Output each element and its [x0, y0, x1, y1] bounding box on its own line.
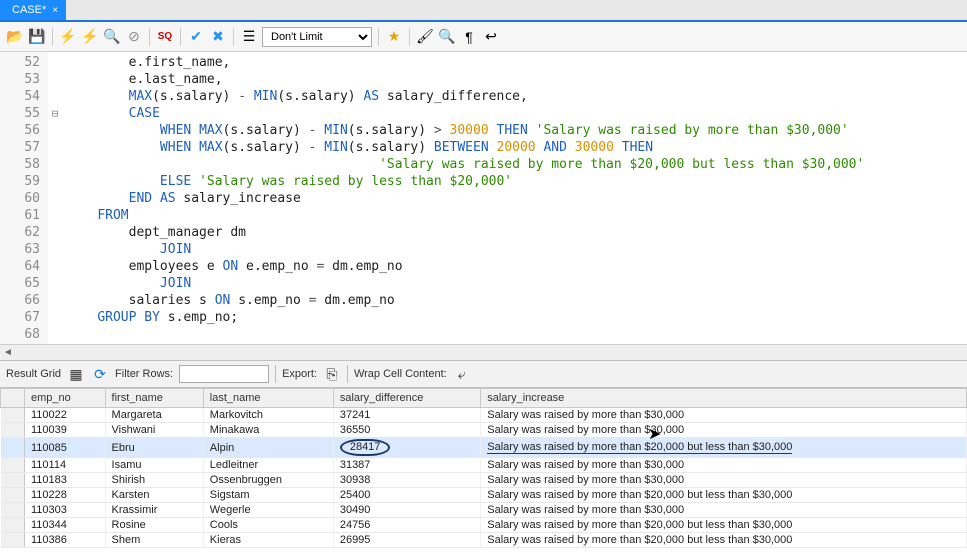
filter-label: Filter Rows:	[115, 368, 173, 380]
line-gutter: 5253545556575859606162636465666768	[0, 52, 48, 344]
stop-icon[interactable]: ⊘	[125, 28, 143, 46]
table-cell[interactable]: 110085	[25, 438, 106, 458]
table-row[interactable]: 110228KarstenSigstam25400Salary was rais…	[1, 488, 967, 503]
table-cell[interactable]: 30938	[333, 473, 480, 488]
table-row[interactable]: 110039VishwaniMinakawa36550Salary was ra…	[1, 423, 967, 438]
find-icon[interactable]: 🔍	[438, 28, 456, 46]
column-header[interactable]: first_name	[105, 389, 203, 408]
column-header[interactable]: salary_increase	[481, 389, 967, 408]
table-cell[interactable]: Ossenbruggen	[203, 473, 333, 488]
tab-label: CASE*	[12, 4, 46, 16]
table-cell[interactable]: 110183	[25, 473, 106, 488]
table-cell[interactable]: Salary was raised by more than $30,000	[481, 503, 967, 518]
table-row[interactable]: 110386ShemKieras26995Salary was raised b…	[1, 533, 967, 548]
explain-icon[interactable]: 🔍	[103, 28, 121, 46]
table-cell[interactable]: 110386	[25, 533, 106, 548]
column-header[interactable]: last_name	[203, 389, 333, 408]
column-header[interactable]: emp_no	[25, 389, 106, 408]
execute-current-icon[interactable]: ⚡	[81, 28, 99, 46]
favorite-icon[interactable]: ★	[385, 28, 403, 46]
table-cell[interactable]: Cools	[203, 518, 333, 533]
table-row[interactable]: 110183ShirishOssenbruggen30938Salary was…	[1, 473, 967, 488]
table-cell[interactable]: Markovitch	[203, 408, 333, 423]
invisible-chars-icon[interactable]: ¶	[460, 28, 478, 46]
table-cell[interactable]: Salary was raised by more than $30,000	[481, 408, 967, 423]
table-cell[interactable]: Isamu	[105, 458, 203, 473]
export-label: Export:	[282, 368, 317, 380]
table-cell[interactable]: 25400	[333, 488, 480, 503]
filter-input[interactable]	[179, 365, 269, 383]
table-cell[interactable]: Margareta	[105, 408, 203, 423]
table-cell[interactable]: Salary was raised by more than $20,000 b…	[481, 533, 967, 548]
tab-bar: CASE* ×	[0, 0, 967, 22]
table-cell[interactable]: Kieras	[203, 533, 333, 548]
editor-hscroll[interactable]: ◄	[0, 344, 967, 360]
tab-case[interactable]: CASE* ×	[0, 0, 66, 20]
table-row[interactable]: 110344RosineCools24756Salary was raised …	[1, 518, 967, 533]
code-area[interactable]: e.first_name, e.last_name, MAX(s.salary)…	[62, 52, 864, 344]
refresh-icon[interactable]: ⟳	[91, 365, 109, 383]
table-cell[interactable]: 110344	[25, 518, 106, 533]
scroll-left-icon[interactable]: ◄	[0, 347, 16, 358]
table-cell[interactable]: Shirish	[105, 473, 203, 488]
table-cell[interactable]: Salary was raised by more than $20,000 b…	[481, 438, 967, 458]
table-cell[interactable]: Krassimir	[105, 503, 203, 518]
autocommit-icon[interactable]: ☰	[240, 28, 258, 46]
table-cell[interactable]: 30490	[333, 503, 480, 518]
commit-icon[interactable]: ✔	[187, 28, 205, 46]
wrap-icon[interactable]: ↩	[482, 28, 500, 46]
grid-view-icon[interactable]: ▦	[67, 365, 85, 383]
rollback-icon[interactable]: ✖	[209, 28, 227, 46]
table-row[interactable]: 110022MargaretaMarkovitch37241Salary was…	[1, 408, 967, 423]
table-cell[interactable]: Rosine	[105, 518, 203, 533]
open-file-icon[interactable]: 📂	[6, 28, 24, 46]
results-grid[interactable]: emp_nofirst_namelast_namesalary_differen…	[0, 388, 967, 556]
table-row[interactable]: 110085EbruAlpin28417Salary was raised by…	[1, 438, 967, 458]
table-row[interactable]: 110114IsamuLedleitner31387Salary was rai…	[1, 458, 967, 473]
table-cell[interactable]: Vishwani	[105, 423, 203, 438]
table-cell[interactable]: 110022	[25, 408, 106, 423]
limit-select[interactable]: Don't Limit	[262, 27, 372, 47]
column-header[interactable]: salary_difference	[333, 389, 480, 408]
sql-editor[interactable]: 5253545556575859606162636465666768 ⊟ e.f…	[0, 52, 967, 344]
wrap-cell-label: Wrap Cell Content:	[354, 368, 447, 380]
table-cell[interactable]: 110303	[25, 503, 106, 518]
close-icon[interactable]: ×	[52, 5, 58, 16]
export-icon[interactable]: ⎘	[323, 365, 341, 383]
results-toolbar: Result Grid ▦ ⟳ Filter Rows: Export: ⎘ W…	[0, 360, 967, 388]
results-table: emp_nofirst_namelast_namesalary_differen…	[0, 388, 967, 548]
table-cell[interactable]: Shem	[105, 533, 203, 548]
sql-icon[interactable]: SQ	[156, 28, 174, 46]
table-cell[interactable]: 24756	[333, 518, 480, 533]
table-cell[interactable]: 36550	[333, 423, 480, 438]
sql-toolbar: 📂 💾 ⚡ ⚡ 🔍 ⊘ SQ ✔ ✖ ☰ Don't Limit ★ 🖌 🔍 ¶…	[0, 22, 967, 52]
table-cell[interactable]: Salary was raised by more than $20,000 b…	[481, 488, 967, 503]
table-cell[interactable]: 110039	[25, 423, 106, 438]
table-cell[interactable]: Salary was raised by more than $30,000	[481, 458, 967, 473]
table-cell[interactable]: 37241	[333, 408, 480, 423]
beautify-icon[interactable]: 🖌	[416, 28, 434, 46]
result-grid-label: Result Grid	[6, 368, 61, 380]
execute-icon[interactable]: ⚡	[59, 28, 77, 46]
table-cell[interactable]: Salary was raised by more than $30,000	[481, 473, 967, 488]
table-cell[interactable]: 26995	[333, 533, 480, 548]
table-row[interactable]: 110303KrassimirWegerle30490Salary was ra…	[1, 503, 967, 518]
table-cell[interactable]: 110114	[25, 458, 106, 473]
table-cell[interactable]: Ledleitner	[203, 458, 333, 473]
save-file-icon[interactable]: 💾	[28, 28, 46, 46]
table-cell[interactable]: 28417	[333, 438, 480, 458]
table-cell[interactable]: Ebru	[105, 438, 203, 458]
table-cell[interactable]: 110228	[25, 488, 106, 503]
table-cell[interactable]: Karsten	[105, 488, 203, 503]
table-cell[interactable]: Salary was raised by more than $30,000	[481, 423, 967, 438]
wrap-cell-icon[interactable]: ⤶	[453, 365, 471, 383]
table-cell[interactable]: Salary was raised by more than $20,000 b…	[481, 518, 967, 533]
table-cell[interactable]: Minakawa	[203, 423, 333, 438]
fold-column[interactable]: ⊟	[48, 52, 62, 344]
table-cell[interactable]: Sigstam	[203, 488, 333, 503]
table-cell[interactable]: 31387	[333, 458, 480, 473]
table-cell[interactable]: Wegerle	[203, 503, 333, 518]
table-cell[interactable]: Alpin	[203, 438, 333, 458]
